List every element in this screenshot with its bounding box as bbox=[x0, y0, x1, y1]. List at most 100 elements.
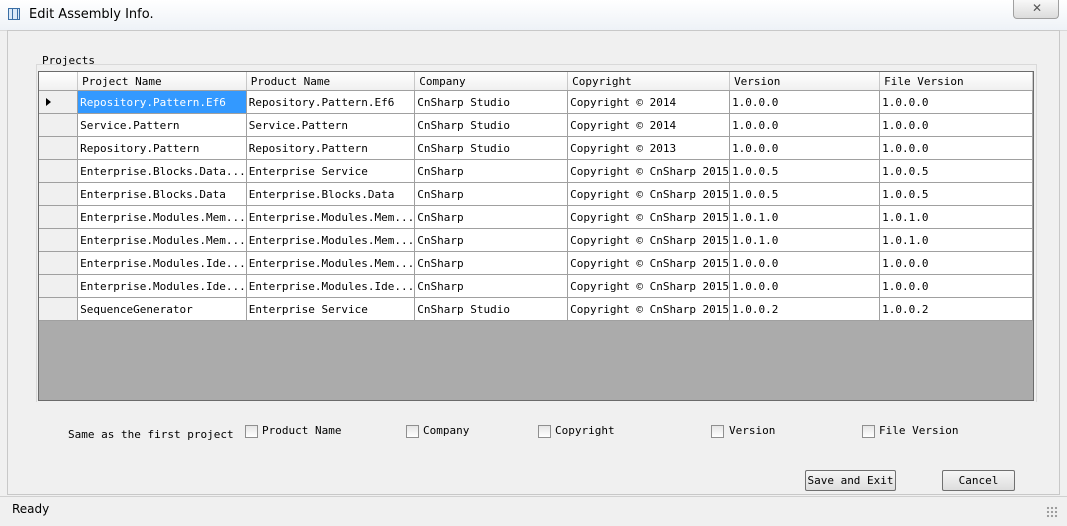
row-header[interactable] bbox=[39, 228, 79, 252]
cell-copyright[interactable]: Copyright © CnSharp 2015 bbox=[567, 159, 731, 183]
table-row[interactable]: Enterprise.Modules.Ide... Enterprise.Modu… bbox=[39, 274, 1033, 298]
copyright-checkbox-label[interactable]: Copyright bbox=[555, 424, 615, 437]
cell-version[interactable]: 1.0.0.0 bbox=[729, 251, 881, 275]
product-name-checkbox[interactable] bbox=[245, 425, 258, 438]
column-header-version[interactable]: Version bbox=[729, 72, 881, 91]
version-checkbox[interactable] bbox=[711, 425, 724, 438]
cell-project-name[interactable]: SequenceGenerator bbox=[77, 297, 247, 321]
cell-copyright[interactable]: Copyright © CnSharp 2015 bbox=[567, 274, 731, 298]
row-header[interactable] bbox=[39, 182, 79, 206]
cell-company[interactable]: CnSharp bbox=[414, 228, 569, 252]
row-header[interactable] bbox=[39, 136, 79, 160]
cell-copyright[interactable]: Copyright © 2014 bbox=[567, 113, 731, 137]
save-and-exit-button[interactable]: Save and Exit bbox=[805, 470, 896, 491]
cell-project-name[interactable]: Enterprise.Modules.Mem... bbox=[77, 205, 247, 229]
cell-company[interactable]: CnSharp Studio bbox=[414, 297, 569, 321]
cell-version[interactable]: 1.0.0.5 bbox=[729, 182, 881, 206]
column-header-project-name[interactable]: Project Name bbox=[77, 72, 247, 91]
cell-file-version[interactable]: 1.0.0.0 bbox=[879, 251, 1033, 275]
cell-company[interactable]: CnSharp bbox=[414, 251, 569, 275]
cell-product-name[interactable]: Enterprise.Modules.Mem... bbox=[246, 205, 416, 229]
cell-product-name[interactable]: Enterprise.Modules.Mem... bbox=[246, 251, 416, 275]
row-header[interactable] bbox=[39, 297, 79, 321]
row-header[interactable] bbox=[39, 205, 79, 229]
cell-product-name[interactable]: Enterprise.Modules.Mem... bbox=[246, 228, 416, 252]
cell-file-version[interactable]: 1.0.0.2 bbox=[879, 297, 1033, 321]
cell-file-version[interactable]: 1.0.0.0 bbox=[879, 90, 1033, 114]
cell-company[interactable]: CnSharp bbox=[414, 182, 569, 206]
cell-version[interactable]: 1.0.0.0 bbox=[729, 90, 881, 114]
cell-product-name[interactable]: Repository.Pattern.Ef6 bbox=[246, 90, 416, 114]
row-header[interactable] bbox=[39, 159, 79, 183]
column-header-company[interactable]: Company bbox=[414, 72, 569, 91]
cell-file-version[interactable]: 1.0.0.5 bbox=[879, 182, 1033, 206]
cell-copyright[interactable]: Copyright © CnSharp 2015 bbox=[567, 205, 731, 229]
cell-company[interactable]: CnSharp bbox=[414, 159, 569, 183]
cell-project-name[interactable]: Enterprise.Modules.Mem... bbox=[77, 228, 247, 252]
table-row[interactable]: Enterprise.Modules.Ide... Enterprise.Modu… bbox=[39, 251, 1033, 275]
cell-product-name[interactable]: Enterprise Service bbox=[246, 159, 416, 183]
cell-file-version[interactable]: 1.0.1.0 bbox=[879, 228, 1033, 252]
copyright-checkbox[interactable] bbox=[538, 425, 551, 438]
table-row[interactable]: Enterprise.Modules.Mem... Enterprise.Modu… bbox=[39, 205, 1033, 229]
row-header[interactable] bbox=[39, 251, 79, 275]
cell-version[interactable]: 1.0.0.5 bbox=[729, 159, 881, 183]
file-version-checkbox-label[interactable]: File Version bbox=[879, 424, 958, 437]
cell-product-name[interactable]: Enterprise.Blocks.Data bbox=[246, 182, 416, 206]
close-button[interactable]: ✕ bbox=[1013, 0, 1059, 19]
cell-company[interactable]: CnSharp Studio bbox=[414, 90, 569, 114]
cell-copyright[interactable]: Copyright © CnSharp 2015 bbox=[567, 228, 731, 252]
file-version-checkbox[interactable] bbox=[862, 425, 875, 438]
cell-company[interactable]: CnSharp Studio bbox=[414, 136, 569, 160]
table-row[interactable]: Enterprise.Blocks.Data Enterprise.Blocks.… bbox=[39, 182, 1033, 206]
cell-file-version[interactable]: 1.0.0.5 bbox=[879, 159, 1033, 183]
table-row[interactable]: SequenceGenerator Enterprise Service CnSha… bbox=[39, 297, 1033, 321]
cell-product-name[interactable]: Repository.Pattern bbox=[246, 136, 416, 160]
cell-version[interactable]: 1.0.1.0 bbox=[729, 228, 881, 252]
cell-file-version[interactable]: 1.0.0.0 bbox=[879, 274, 1033, 298]
cell-version[interactable]: 1.0.1.0 bbox=[729, 205, 881, 229]
cancel-button[interactable]: Cancel bbox=[942, 470, 1015, 491]
table-row[interactable]: Enterprise.Blocks.Data... Enterprise Serv… bbox=[39, 159, 1033, 183]
cell-company[interactable]: CnSharp bbox=[414, 205, 569, 229]
cell-version[interactable]: 1.0.0.0 bbox=[729, 274, 881, 298]
cell-product-name[interactable]: Enterprise Service bbox=[246, 297, 416, 321]
row-header[interactable] bbox=[39, 274, 79, 298]
table-row[interactable]: Repository.Pattern.Ef6 Repository.Pattern… bbox=[39, 90, 1033, 114]
cell-copyright[interactable]: Copyright © 2014 bbox=[567, 90, 731, 114]
cell-company[interactable]: CnSharp Studio bbox=[414, 113, 569, 137]
product-name-checkbox-label[interactable]: Product Name bbox=[262, 424, 341, 437]
cell-file-version[interactable]: 1.0.0.0 bbox=[879, 113, 1033, 137]
row-header[interactable] bbox=[39, 90, 79, 114]
cell-file-version[interactable]: 1.0.0.0 bbox=[879, 136, 1033, 160]
cell-project-name[interactable]: Enterprise.Blocks.Data bbox=[77, 182, 247, 206]
cell-copyright[interactable]: Copyright © CnSharp 2015 bbox=[567, 251, 731, 275]
cell-copyright[interactable]: Copyright © 2013 bbox=[567, 136, 731, 160]
cell-project-name[interactable]: Enterprise.Blocks.Data... bbox=[77, 159, 247, 183]
cell-copyright[interactable]: Copyright © CnSharp 2015 bbox=[567, 297, 731, 321]
cell-project-name[interactable]: Repository.Pattern.Ef6 bbox=[77, 90, 247, 114]
cell-company[interactable]: CnSharp bbox=[414, 274, 569, 298]
row-header[interactable] bbox=[39, 113, 79, 137]
version-checkbox-label[interactable]: Version bbox=[729, 424, 775, 437]
resize-grip-icon[interactable] bbox=[1046, 506, 1058, 518]
column-header-file-version[interactable]: File Version bbox=[879, 72, 1033, 91]
cell-project-name[interactable]: Repository.Pattern bbox=[77, 136, 247, 160]
cell-product-name[interactable]: Enterprise.Modules.Ide... bbox=[246, 274, 416, 298]
cell-project-name[interactable]: Service.Pattern bbox=[77, 113, 247, 137]
cell-project-name[interactable]: Enterprise.Modules.Ide... bbox=[77, 274, 247, 298]
cell-version[interactable]: 1.0.0.0 bbox=[729, 113, 881, 137]
table-row[interactable]: Repository.Pattern Repository.Pattern CnSh… bbox=[39, 136, 1033, 160]
column-header-product-name[interactable]: Product Name bbox=[246, 72, 416, 91]
cell-product-name[interactable]: Service.Pattern bbox=[246, 113, 416, 137]
company-checkbox[interactable] bbox=[406, 425, 419, 438]
table-row[interactable]: Enterprise.Modules.Mem... Enterprise.Modu… bbox=[39, 228, 1033, 252]
cell-project-name[interactable]: Enterprise.Modules.Ide... bbox=[77, 251, 247, 275]
projects-grid[interactable]: Project Name Product Name Company Copyri… bbox=[38, 71, 1034, 401]
cell-version[interactable]: 1.0.0.2 bbox=[729, 297, 881, 321]
title-bar[interactable]: Edit Assembly Info. ✕ bbox=[0, 0, 1067, 31]
cell-file-version[interactable]: 1.0.1.0 bbox=[879, 205, 1033, 229]
table-row[interactable]: Service.Pattern Service.Pattern CnSharp St… bbox=[39, 113, 1033, 137]
column-header-copyright[interactable]: Copyright bbox=[567, 72, 731, 91]
company-checkbox-label[interactable]: Company bbox=[423, 424, 469, 437]
